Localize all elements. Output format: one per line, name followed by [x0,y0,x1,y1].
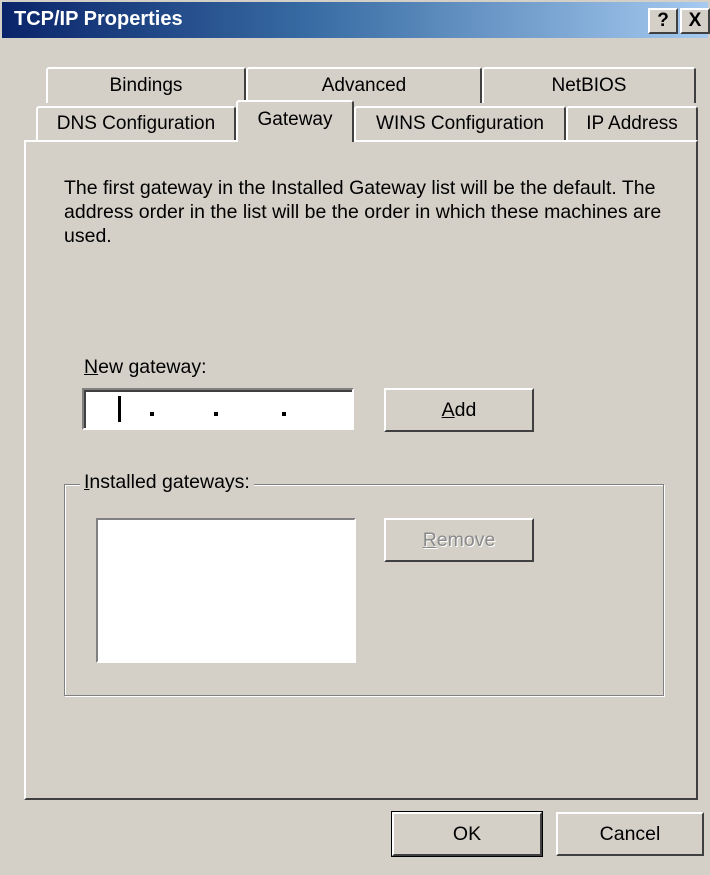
installed-gateways-list[interactable] [96,518,356,663]
ok-button[interactable]: OK [391,811,543,857]
tab-bindings[interactable]: Bindings [46,67,246,103]
ip-separator-dot [150,412,154,416]
title-bar[interactable]: TCP/IP Properties ? X [2,2,710,38]
add-button[interactable]: Add [384,388,534,432]
ip-separator-dot [214,412,218,416]
window-title: TCP/IP Properties [14,8,183,30]
ip-separator-dot [282,412,286,416]
tab-gateway[interactable]: Gateway [236,100,354,142]
new-gateway-mnemonic: N [84,356,99,378]
close-button[interactable]: X [680,8,710,34]
tab-dns-configuration[interactable]: DNS Configuration [36,106,236,140]
installed-gateways-label: Installed gateways: [80,471,254,494]
help-button[interactable]: ? [648,8,678,34]
add-mnemonic: A [441,399,455,421]
remove-button[interactable]: Remove [384,518,534,562]
add-label: dd [454,399,477,421]
installed-label-text: nstalled gateways: [89,471,250,493]
new-gateway-label-text: ew gateway: [98,356,207,378]
cancel-button[interactable]: Cancel [556,812,704,856]
help-icon: ? [657,10,669,31]
remove-label: emove [436,529,496,551]
gateway-description: The first gateway in the Installed Gatew… [64,177,662,247]
new-gateway-ip-input[interactable] [82,388,354,430]
tab-wins-configuration[interactable]: WINS Configuration [354,106,566,140]
tab-netbios[interactable]: NetBIOS [482,67,696,103]
close-icon: X [688,10,702,31]
remove-mnemonic: R [422,529,437,551]
tab-ip-address[interactable]: IP Address [566,106,698,140]
new-gateway-label: New gateway: [84,356,207,379]
tab-advanced[interactable]: Advanced [246,67,482,103]
tcpip-properties-dialog: TCP/IP Properties ? X Bindings Advanced … [0,0,710,875]
text-caret [118,396,121,422]
